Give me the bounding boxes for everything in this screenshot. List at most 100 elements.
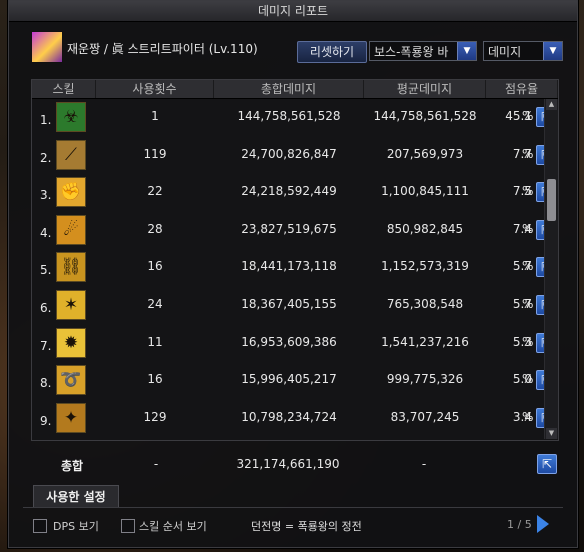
row-avg-damage: 850,982,845 [386, 221, 464, 236]
table-row: 2. ⟋ 119 24,700,826,847 207,569,973 7.7 … [32, 137, 556, 175]
row-index: 4. [40, 225, 52, 240]
row-total-damage: 15,996,405,217 [241, 372, 337, 387]
table-row: 4. ☄ 28 23,827,519,675 850,982,845 7.4 %… [32, 212, 556, 250]
row-avg-damage: 999,775,326 [386, 372, 464, 387]
row-share-unit: % [522, 409, 534, 424]
row-total-damage: 10,798,234,724 [241, 409, 337, 424]
column-total-damage: 총합데미지 [214, 80, 364, 98]
skill-chain-icon: ⛓ [56, 252, 86, 283]
scroll-thumb[interactable] [547, 179, 556, 221]
row-index: 7. [40, 338, 52, 353]
skill-kick-icon: ☄ [56, 214, 86, 245]
row-index: 5. [40, 263, 52, 278]
row-share-unit: % [522, 259, 534, 274]
table-rows: 1. ☣ 1 144,758,561,528 144,758,561,528 4… [32, 99, 556, 438]
row-uses: 24 [147, 296, 163, 311]
row-share-unit: % [522, 372, 534, 387]
row-uses: 1 [151, 109, 159, 123]
chevron-down-icon[interactable]: ▼ [543, 42, 562, 60]
row-total-damage: 18,367,405,155 [241, 296, 337, 311]
row-index: 9. [40, 413, 52, 428]
damage-report-window: 데미지 리포트 재운짱 / 眞 스트리트파이터 (Lv.110) 리셋하기 보스… [8, 0, 578, 548]
row-index: 8. [40, 376, 52, 391]
table-row: 8. ➰ 16 15,996,405,217 999,775,326 5.0 %… [32, 362, 556, 400]
character-avatar [31, 31, 63, 63]
scroll-down-icon[interactable]: ▼ [546, 428, 557, 439]
table-row: 1. ☣ 1 144,758,561,528 144,758,561,528 4… [32, 99, 556, 137]
skill-order-checkbox-label: 스킬 순서 보기 [139, 520, 207, 533]
column-share: 점유율 [486, 80, 558, 98]
row-uses: 22 [147, 184, 163, 199]
boss-select[interactable]: 보스-폭룡왕 바 ▼ [369, 41, 477, 61]
skill-poison-icon: ☣ [56, 102, 86, 132]
dps-checkbox-label: DPS 보기 [53, 520, 99, 533]
damage-type-value: 데미지 [488, 45, 522, 59]
skill-spark-icon: ✶ [56, 289, 86, 320]
row-avg-damage: 1,541,237,216 [381, 334, 469, 349]
row-avg-damage: 1,100,845,111 [381, 184, 469, 199]
totals-total-damage: 321,174,661,190 [236, 457, 340, 471]
row-total-damage: 18,441,173,118 [241, 259, 337, 274]
skill-punch-icon: ✊ [56, 177, 86, 208]
row-avg-damage: 83,707,245 [390, 409, 460, 424]
share-icon[interactable]: ⇱ [537, 454, 557, 474]
chevron-down-icon[interactable]: ▼ [457, 42, 476, 60]
row-total-damage: 24,700,826,847 [241, 146, 337, 161]
reset-button[interactable]: 리셋하기 [297, 41, 367, 63]
row-share-unit: % [522, 109, 534, 123]
row-uses: 16 [147, 372, 163, 387]
row-index: 3. [40, 188, 52, 203]
row-total-damage: 23,827,519,675 [241, 221, 337, 236]
row-avg-damage: 765,308,548 [386, 296, 464, 311]
report-footer: DPS 보기 스킬 순서 보기 던전명 = 폭룡왕의 정전 1 / 5 [33, 515, 573, 537]
column-skill: 스킬 [32, 80, 96, 98]
skill-swirl-icon: ➰ [56, 365, 86, 396]
damage-type-select[interactable]: 데미지 ▼ [483, 41, 563, 61]
skill-bomb-icon: ✦ [56, 402, 86, 433]
column-avg-damage: 평균데미지 [364, 80, 486, 98]
window-title: 데미지 리포트 [9, 1, 577, 22]
used-settings-tab[interactable]: 사용한 설정 [33, 485, 119, 508]
character-name: 재운짱 / 眞 스트리트파이터 (Lv.110) [67, 42, 258, 56]
row-share-unit: % [522, 334, 534, 349]
divider [23, 507, 563, 508]
row-total-damage: 144,758,561,528 [237, 109, 341, 123]
skill-damage-table: 스킬 사용횟수 총합데미지 평균데미지 점유율 1. ☣ 1 144,758,5… [31, 79, 559, 441]
row-share-unit: % [522, 221, 534, 236]
row-uses: 129 [143, 409, 167, 424]
scroll-up-icon[interactable]: ▲ [546, 99, 557, 110]
row-share-unit: % [522, 146, 534, 161]
row-total-damage: 24,218,592,449 [241, 184, 337, 199]
boss-select-value: 보스-폭룡왕 바 [374, 45, 449, 59]
row-index: 1. [40, 113, 52, 127]
totals-label: 총합 [61, 459, 84, 473]
row-total-damage: 16,953,609,386 [241, 334, 337, 349]
table-row: 6. ✶ 24 18,367,405,155 765,308,548 5.7 %… [32, 287, 556, 325]
page-indicator: 1 / 5 [507, 518, 532, 531]
skill-burst-icon: ✹ [56, 327, 86, 358]
row-avg-damage: 207,569,973 [386, 146, 464, 161]
skill-slash-icon: ⟋ [56, 139, 86, 170]
table-row: 9. ✦ 129 10,798,234,724 83,707,245 3.4 %… [32, 400, 556, 438]
column-uses: 사용횟수 [96, 80, 214, 98]
skill-order-checkbox[interactable] [121, 519, 135, 533]
totals-avg-damage: - [421, 457, 427, 471]
row-uses: 119 [143, 146, 167, 161]
totals-uses: - [153, 457, 159, 471]
row-uses: 28 [147, 221, 163, 236]
next-page-icon[interactable] [537, 515, 549, 533]
dps-checkbox[interactable] [33, 519, 47, 533]
totals-row: 총합 - 321,174,661,190 - ⇱ [31, 449, 557, 479]
row-index: 6. [40, 300, 52, 315]
row-avg-damage: 1,152,573,319 [381, 259, 469, 274]
table-scrollbar[interactable]: ▲ ▼ [544, 99, 558, 439]
table-row: 3. ✊ 22 24,218,592,449 1,100,845,111 7.5… [32, 174, 556, 212]
row-uses: 11 [147, 334, 163, 349]
row-avg-damage: 144,758,561,528 [373, 109, 477, 123]
table-row: 7. ✹ 11 16,953,609,386 1,541,237,216 5.3… [32, 325, 556, 363]
table-header: 스킬 사용횟수 총합데미지 평균데미지 점유율 [32, 80, 558, 99]
table-row: 5. ⛓ 16 18,441,173,118 1,152,573,319 5.7… [32, 249, 556, 287]
row-share-unit: % [522, 296, 534, 311]
row-share-unit: % [522, 184, 534, 199]
row-index: 2. [40, 150, 52, 165]
